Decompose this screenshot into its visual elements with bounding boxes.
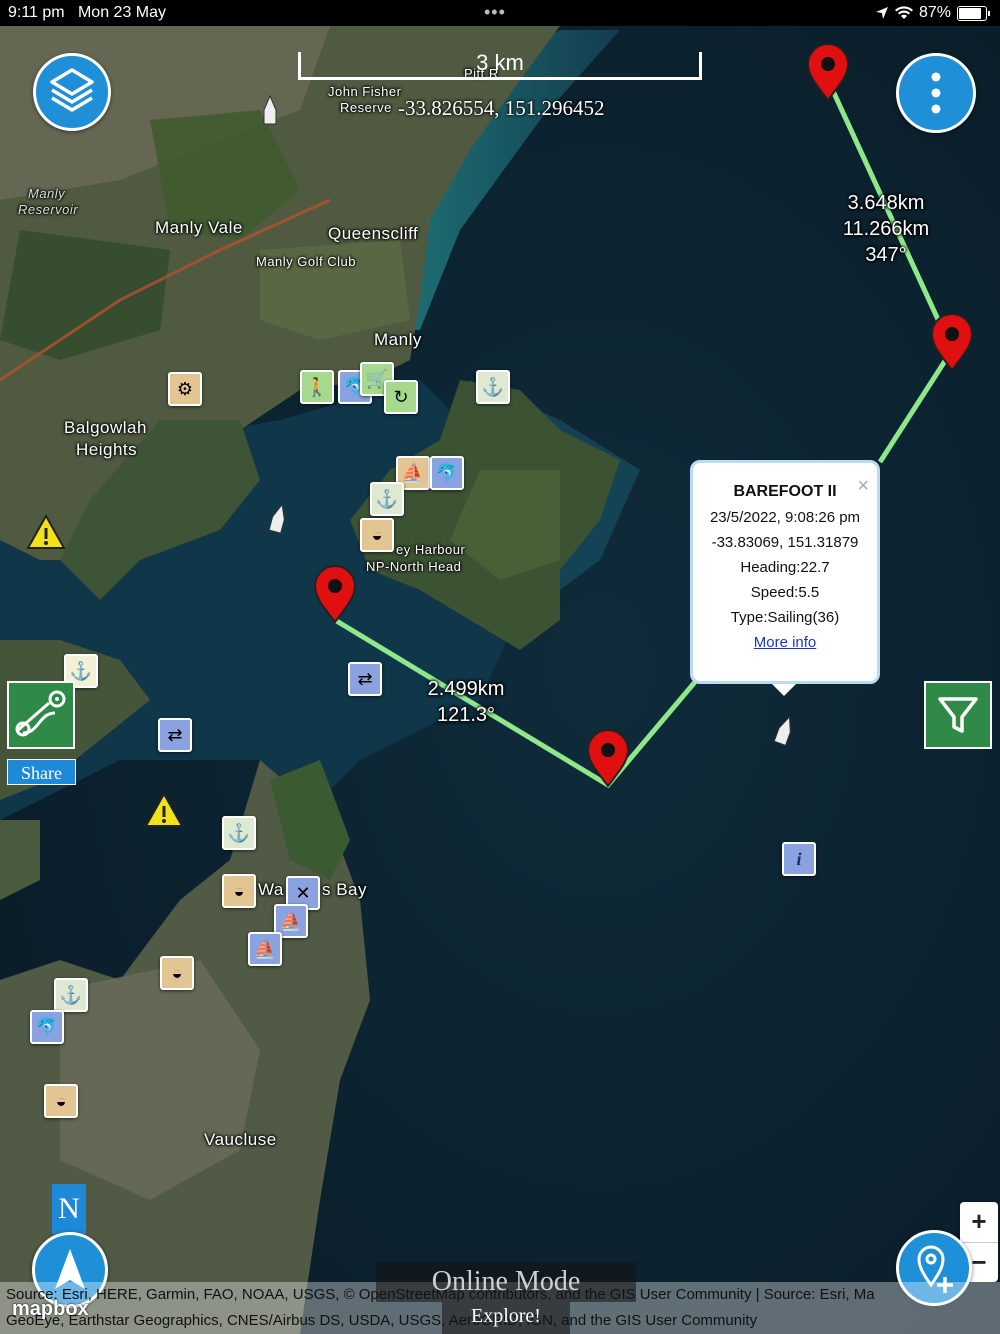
- mooring-buoy-icon[interactable]: ◒: [44, 1084, 78, 1118]
- anchorage-icon[interactable]: ⚓: [370, 482, 404, 516]
- layers-button[interactable]: [33, 53, 111, 131]
- place-label-manly-vale: Manly Vale: [155, 218, 243, 237]
- toilet-icon[interactable]: ↻: [384, 380, 418, 414]
- dolphin-icon[interactable]: 🐬: [30, 1010, 64, 1044]
- popup-pointer: [772, 684, 796, 696]
- layers-icon: [50, 68, 94, 112]
- route-share-icon: [15, 690, 66, 737]
- anchorage-icon[interactable]: ⚓: [222, 816, 256, 850]
- mapbox-logo[interactable]: mapbox: [12, 1298, 89, 1321]
- segment-distance: 3.648km: [847, 192, 925, 214]
- place-label-manly-golf-club: Manly Golf Club: [256, 254, 356, 269]
- segment-bearing: 121.3°: [436, 704, 496, 726]
- segment-distance: 2.499km: [427, 678, 505, 700]
- segment-label-1: 3.648km 11.266km 347°: [836, 190, 936, 268]
- status-time: 9:11 pm Mon 23 May: [8, 4, 167, 21]
- vessel-heading: Heading:22.7: [740, 559, 830, 576]
- cursor-coordinates: -33.826554, 151.296452: [398, 96, 605, 120]
- place-label-manly-reservoir: Manly: [28, 186, 66, 201]
- place-label-john-fisher: John Fisher: [328, 84, 402, 99]
- info-icon[interactable]: i: [782, 842, 816, 876]
- filter-button[interactable]: [924, 681, 992, 749]
- status-bar: 9:11 pm Mon 23 May ••• 87%: [0, 0, 1000, 26]
- vessel-name: BAREFOOT II: [733, 483, 837, 500]
- vessel-info-popup: × BAREFOOT II 23/5/2022, 9:08:26 pm -33.…: [690, 460, 880, 684]
- scale-bar: 3 km: [298, 50, 702, 80]
- transfer-icon[interactable]: ⇄: [348, 662, 382, 696]
- vessel-speed: Speed:5.5: [750, 584, 820, 601]
- place-label-manly-reservoir-2: Reservoir: [18, 202, 79, 217]
- battery-percent: 87%: [918, 4, 951, 21]
- walking-icon[interactable]: 🚶: [300, 370, 334, 404]
- place-label-queenscliff: Queenscliff: [328, 224, 419, 243]
- transfer-icon[interactable]: ⇄: [158, 718, 192, 752]
- mooring-buoy-icon[interactable]: ◒: [222, 874, 256, 908]
- vessel-type: Type:Sailing(36): [730, 609, 840, 626]
- place-label-manly: Manly: [374, 330, 422, 349]
- online-mode-banner: Online Mode: [376, 1262, 636, 1302]
- more-info-link[interactable]: More info: [754, 634, 817, 651]
- popup-close-button[interactable]: ×: [857, 475, 869, 498]
- place-label-watsons-bay-2: s Bay: [322, 880, 368, 899]
- anchorage-icon[interactable]: ⚓: [476, 370, 510, 404]
- kebab-menu-icon: [931, 72, 941, 114]
- vessel-timestamp: 23/5/2022, 9:08:26 pm: [709, 509, 861, 526]
- wifi-icon: [894, 6, 913, 20]
- anchorage-icon[interactable]: ⚓: [54, 978, 88, 1012]
- place-label-john-fisher-2: Reserve: [340, 100, 392, 115]
- place-label-vaucluse: Vaucluse: [204, 1130, 277, 1149]
- multitasking-dots[interactable]: •••: [484, 2, 506, 23]
- share-route-button[interactable]: [7, 681, 75, 749]
- battery-icon: [957, 5, 987, 21]
- explore-button[interactable]: Explore!: [442, 1302, 570, 1334]
- status-indicators: 87%: [875, 4, 990, 22]
- place-label-north-head-2: NP-North Head: [366, 559, 462, 574]
- place-label-balgowlah-heights-2: Heights: [76, 440, 138, 459]
- place-label-watsons-bay: Wa: [258, 880, 284, 899]
- filter-icon: [938, 697, 978, 733]
- share-label[interactable]: Share: [7, 759, 76, 785]
- mooring-buoy-icon[interactable]: ◒: [160, 956, 194, 990]
- scale-label: 3 km: [476, 50, 524, 75]
- more-options-button[interactable]: [896, 53, 976, 133]
- segment-bearing: 347°: [865, 244, 907, 266]
- sailing-club-icon[interactable]: ⛵: [248, 932, 282, 966]
- marina-icon[interactable]: ⚙: [168, 372, 202, 406]
- mooring-buoy-icon[interactable]: ◒: [360, 518, 394, 552]
- vessel-position: -33.83069, 151.31879: [711, 534, 859, 551]
- dolphin-icon[interactable]: 🐬: [430, 456, 464, 490]
- place-label-north-head: ey Harbour: [396, 542, 466, 557]
- segment-total-distance: 11.266km: [842, 218, 930, 240]
- north-indicator[interactable]: N: [52, 1184, 86, 1234]
- place-label-balgowlah-heights: Balgowlah: [64, 418, 147, 437]
- location-arrow-icon: [875, 7, 888, 19]
- segment-label-2: 2.499km 121.3°: [418, 676, 514, 728]
